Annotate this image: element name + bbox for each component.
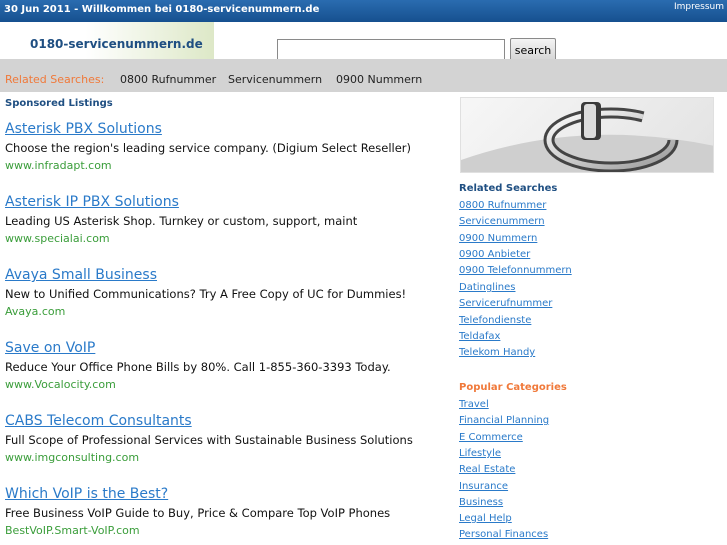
popular-categories-heading: Popular Categories xyxy=(459,382,567,393)
sidebar-related-link[interactable]: Telefondienste xyxy=(459,315,531,326)
ad-listing: Which VoIP is the Best? Free Business Vo… xyxy=(5,485,445,539)
ad-listing: Avaya Small Business New to Unified Comm… xyxy=(5,266,445,320)
ad-title-link[interactable]: Asterisk IP PBX Solutions xyxy=(5,193,445,212)
sidebar-related-link[interactable]: Telekom Handy xyxy=(459,347,535,358)
related-searches-bar: Related Searches: 0800 Rufnummer Service… xyxy=(0,59,727,92)
ad-description: Leading US Asterisk Shop. Turnkey or cus… xyxy=(5,214,358,228)
sidebar-related-link[interactable]: 0900 Nummern xyxy=(459,233,537,244)
ad-url-link[interactable]: Avaya.com xyxy=(5,303,445,320)
ad-url-link[interactable]: www.imgconsulting.com xyxy=(5,449,445,466)
ad-description: Reduce Your Office Phone Bills by 80%. C… xyxy=(5,360,391,374)
sidebar-related-link[interactable]: Datinglines xyxy=(459,282,515,293)
ad-title-link[interactable]: Avaya Small Business xyxy=(5,266,445,285)
popular-category-link[interactable]: Insurance xyxy=(459,481,508,492)
sidebar-related-link[interactable]: 0900 Anbieter xyxy=(459,249,530,260)
popular-category-link[interactable]: E Commerce xyxy=(459,432,523,443)
related-bar-link[interactable]: 0800 Rufnummer xyxy=(120,73,216,86)
ad-title-link[interactable]: Save on VoIP xyxy=(5,339,445,358)
ad-description: Full Scope of Professional Services with… xyxy=(5,433,413,447)
power-icon xyxy=(461,102,713,172)
ad-title-link[interactable]: Asterisk PBX Solutions xyxy=(5,120,445,139)
site-logo[interactable]: 0180-servicenummern.de xyxy=(0,22,214,59)
ad-url-link[interactable]: BestVoIP.Smart-VoIP.com xyxy=(5,522,445,539)
sidebar-related-searches-heading: Related Searches xyxy=(459,183,558,194)
ad-listing: CABS Telecom Consultants Full Scope of P… xyxy=(5,412,445,466)
ad-url-link[interactable]: www.infradapt.com xyxy=(5,157,445,174)
power-button-banner xyxy=(460,97,714,173)
sponsored-listings-heading: Sponsored Listings xyxy=(5,98,113,109)
sidebar-related-link[interactable]: Teldafax xyxy=(459,331,500,342)
ad-url-link[interactable]: www.Vocalocity.com xyxy=(5,376,445,393)
related-bar-link[interactable]: Servicenummern xyxy=(228,73,322,86)
ad-description: Choose the region's leading service comp… xyxy=(5,141,412,155)
related-bar-link[interactable]: 0900 Nummern xyxy=(336,73,422,86)
sidebar-related-link[interactable]: 0800 Rufnummer xyxy=(459,200,546,211)
popular-category-link[interactable]: Travel xyxy=(459,399,489,410)
sidebar-related-link[interactable]: Servicenummern xyxy=(459,216,545,227)
sidebar-related-link[interactable]: Servicerufnummer xyxy=(459,298,552,309)
welcome-date-text: 30 Jun 2011 - Willkommen bei 0180-servic… xyxy=(4,4,320,15)
ad-listing: Asterisk PBX Solutions Choose the region… xyxy=(5,120,445,174)
ad-title-link[interactable]: Which VoIP is the Best? xyxy=(5,485,445,504)
ad-listing: Asterisk IP PBX Solutions Leading US Ast… xyxy=(5,193,445,247)
popular-category-link[interactable]: Real Estate xyxy=(459,464,515,475)
ad-description: Free Business VoIP Guide to Buy, Price &… xyxy=(5,506,391,520)
popular-category-link[interactable]: Business xyxy=(459,497,503,508)
top-bar: 30 Jun 2011 - Willkommen bei 0180-servic… xyxy=(0,0,727,22)
popular-category-link[interactable]: Personal Finances xyxy=(459,529,548,540)
impressum-link[interactable]: Impressum xyxy=(674,2,724,12)
ad-url-link[interactable]: www.specialai.com xyxy=(5,230,445,247)
popular-category-link[interactable]: Lifestyle xyxy=(459,448,501,459)
ad-description: New to Unified Communications? Try A Fre… xyxy=(5,287,407,301)
ad-title-link[interactable]: CABS Telecom Consultants xyxy=(5,412,445,431)
search-input[interactable] xyxy=(277,39,505,60)
site-name: 0180-servicenummern.de xyxy=(30,37,203,51)
popular-category-link[interactable]: Financial Planning xyxy=(459,415,549,426)
ad-listing: Save on VoIP Reduce Your Office Phone Bi… xyxy=(5,339,445,393)
sidebar-related-link[interactable]: 0900 Telefonnummern xyxy=(459,265,572,276)
popular-category-link[interactable]: Legal Help xyxy=(459,513,512,524)
related-searches-label: Related Searches: xyxy=(5,73,105,86)
header: 0180-servicenummern.de search xyxy=(0,22,727,62)
